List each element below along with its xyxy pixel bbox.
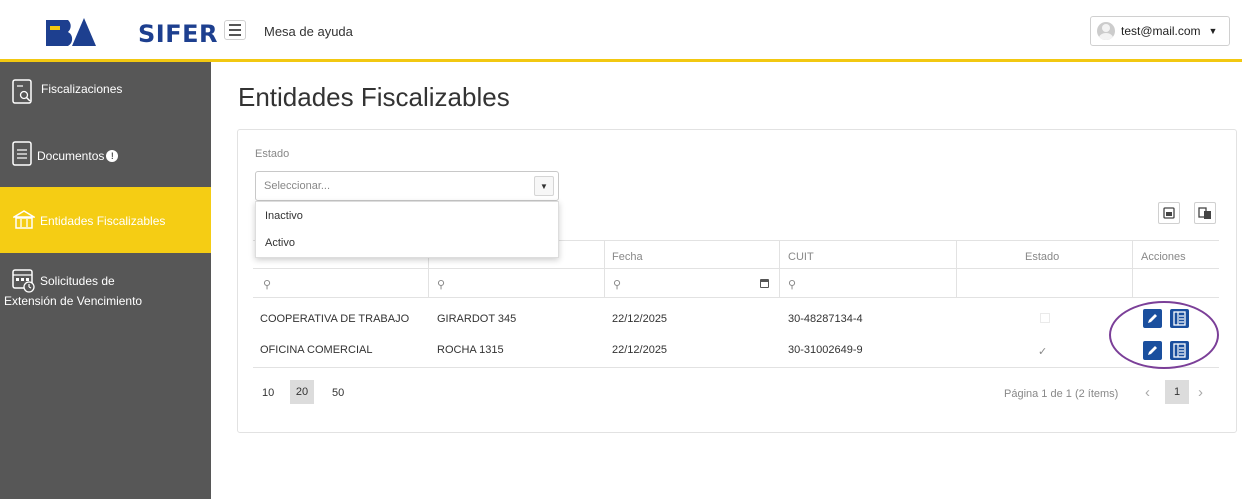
cell-direccion: GIRARDOT 345 (437, 313, 517, 325)
cell-direccion: ROCHA 1315 (437, 344, 504, 356)
estado-checkbox (1040, 313, 1050, 323)
header-divider (253, 268, 1219, 269)
export-button[interactable] (1158, 202, 1180, 224)
page-size-20[interactable]: 20 (290, 380, 314, 404)
user-email: test@mail.com (1121, 24, 1201, 38)
column-chooser-icon (1198, 207, 1211, 219)
cell-cuit: 30-31002649-9 (788, 344, 863, 356)
filter-label: Estado (255, 148, 290, 160)
cell-fecha: 22/12/2025 (612, 344, 668, 356)
calendar-clock-icon (12, 269, 35, 293)
sidebar-item-fiscalizaciones[interactable]: Fiscalizaciones (0, 62, 211, 124)
chevron-left-icon[interactable]: ‹ (1145, 384, 1150, 401)
check-icon: ✓ (1038, 346, 1048, 358)
calendar-icon[interactable] (760, 279, 769, 288)
dropdown-option-inactivo[interactable]: Inactivo (265, 210, 303, 222)
search-icon[interactable]: ⚲ (613, 278, 621, 291)
select-placeholder: Seleccionar... (264, 180, 331, 192)
cell-entidad: OFICINA COMERCIAL (260, 344, 373, 356)
sidebar-item-label: Solicitudes de (40, 274, 115, 288)
sidebar-item-solicitudes[interactable]: Solicitudes de Extensión de Vencimiento (0, 254, 211, 334)
col-divider (956, 240, 957, 297)
sidebar-item-entidades-fiscalizables[interactable]: Entidades Fiscalizables (0, 187, 211, 253)
document-icon (12, 141, 32, 166)
sidebar-item-documentos[interactable]: Documentos! (0, 124, 211, 186)
sidebar-item-label: Entidades Fiscalizables (40, 214, 166, 228)
table-bottom-border (253, 367, 1219, 368)
estado-select[interactable]: Seleccionar... ▼ (255, 171, 559, 201)
column-header-estado[interactable]: Estado (1025, 251, 1059, 263)
export-icon (1163, 207, 1175, 219)
col-divider (779, 240, 780, 297)
col-divider (1132, 240, 1133, 297)
dropdown-option-activo[interactable]: Activo (265, 237, 295, 249)
filter-row-divider (253, 297, 1219, 298)
sifer-logo[interactable]: SIFER (44, 14, 217, 50)
column-header-acciones: Acciones (1141, 251, 1186, 263)
search-icon[interactable]: ⚲ (437, 278, 445, 291)
estado-dropdown-list: Inactivo Activo (255, 201, 559, 258)
page-number-button[interactable]: 1 (1165, 380, 1189, 404)
cell-fecha: 22/12/2025 (612, 313, 668, 325)
logo-mark-icon (46, 18, 96, 46)
column-header-fecha[interactable]: Fecha (612, 251, 643, 263)
dropdown-arrow-icon[interactable]: ▼ (534, 176, 554, 196)
highlight-annotation-oval (1109, 301, 1219, 369)
avatar (1097, 22, 1115, 40)
cell-cuit: 30-48287134-4 (788, 313, 863, 325)
menu-toggle-button[interactable] (224, 20, 246, 40)
search-icon[interactable]: ⚲ (263, 278, 271, 291)
chevron-down-icon: ▼ (1208, 26, 1218, 36)
column-chooser-button[interactable] (1194, 202, 1216, 224)
alert-badge-icon: ! (106, 150, 119, 162)
top-bar: SIFER Mesa de ayuda test@mail.com ▼ (0, 0, 1242, 62)
col-divider (604, 240, 605, 297)
app-title[interactable]: Mesa de ayuda (264, 24, 353, 39)
page-size-50[interactable]: 50 (332, 387, 344, 399)
column-header-cuit[interactable]: CUIT (788, 251, 814, 263)
sidebar-item-label: Documentos! (37, 149, 119, 163)
logo-text: SIFER (138, 20, 218, 48)
user-menu[interactable]: test@mail.com ▼ (1090, 16, 1230, 46)
sidebar-item-label-line2: Extensión de Vencimiento (4, 294, 143, 308)
page-size-10[interactable]: 10 (262, 387, 274, 399)
search-icon[interactable]: ⚲ (788, 278, 796, 291)
document-search-icon (12, 79, 32, 104)
building-icon (13, 210, 35, 229)
chevron-right-icon[interactable]: › (1198, 384, 1203, 401)
page-title: Entidades Fiscalizables (238, 82, 510, 112)
page-info: Página 1 de 1 (2 ítems) (1004, 388, 1119, 400)
sidebar-item-label: Fiscalizaciones (41, 82, 123, 96)
cell-entidad: COOPERATIVA DE TRABAJO (260, 313, 410, 325)
